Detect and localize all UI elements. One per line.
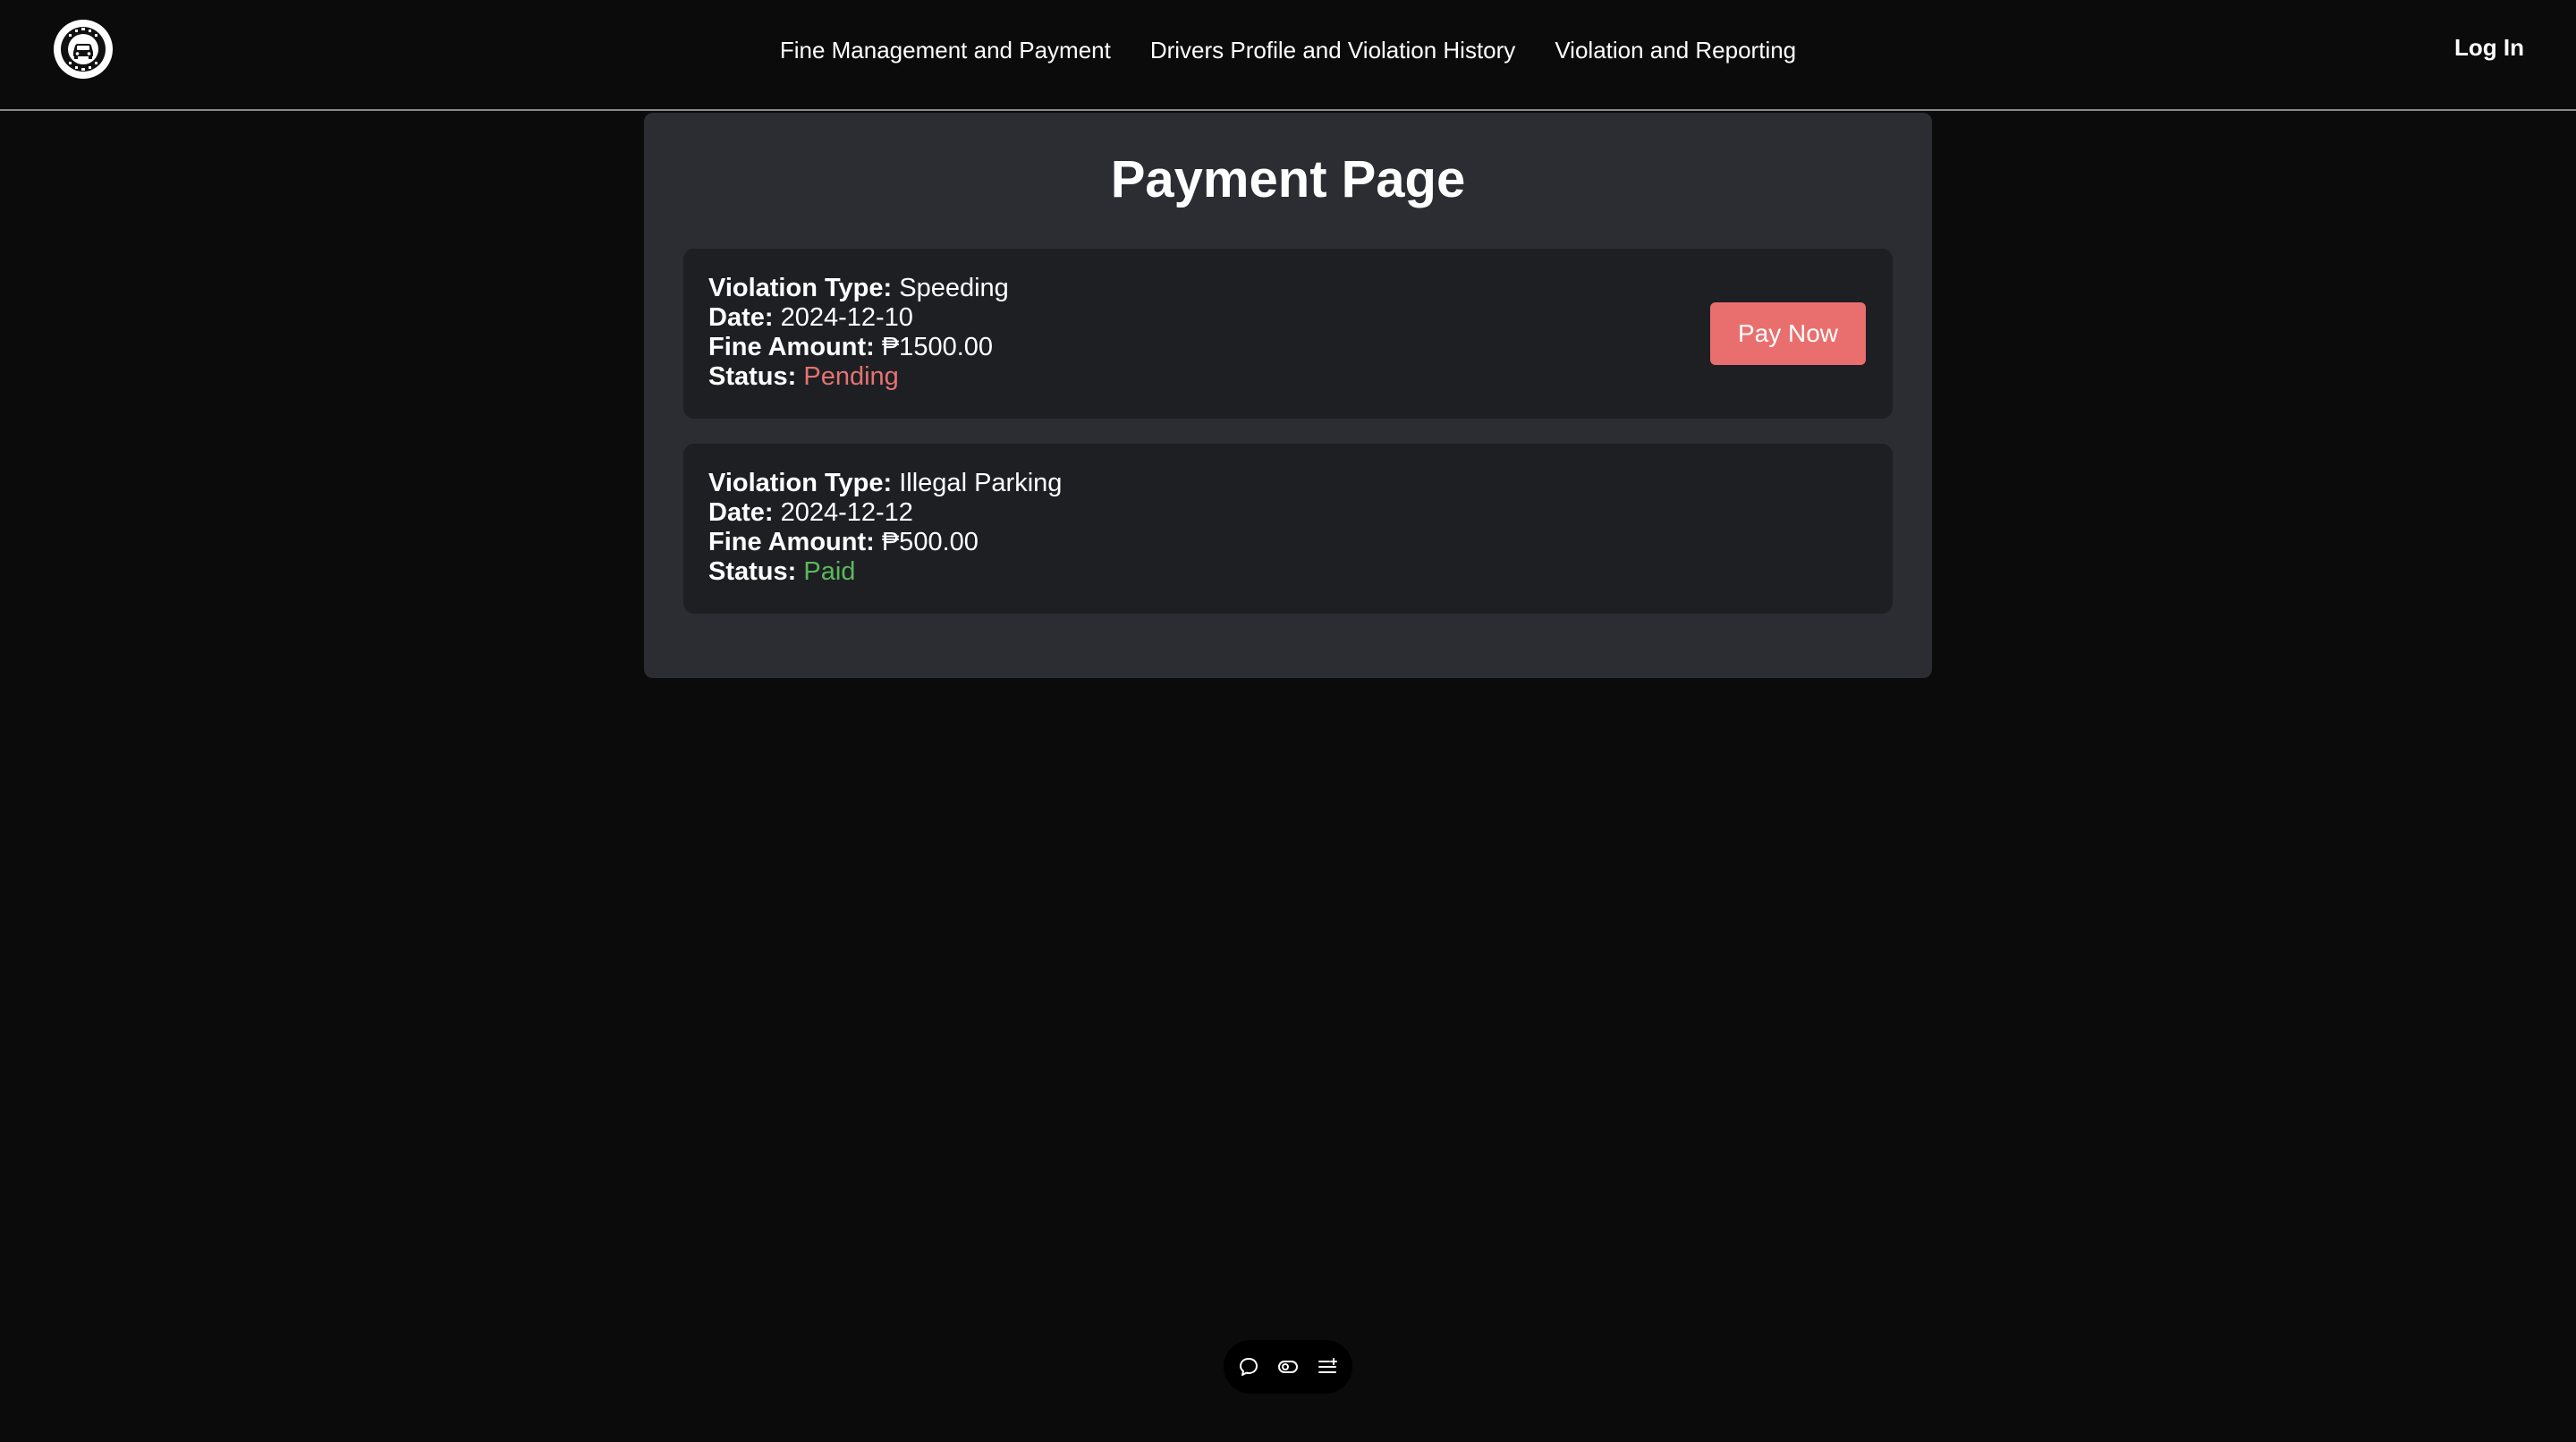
violation-card: Violation Type: Illegal Parking Date: 20… — [683, 444, 1893, 614]
status-badge-paid: Paid — [803, 557, 856, 586]
fine-amount-label: Fine Amount: — [708, 333, 875, 361]
status-label: Status: — [708, 557, 797, 586]
fine-amount-value: ₱500.00 — [881, 528, 979, 556]
list-menu-icon[interactable] — [1317, 1356, 1338, 1378]
pay-now-button[interactable]: Pay Now — [1710, 302, 1866, 365]
violation-type-row: Violation Type: Speeding — [708, 274, 1868, 303]
payment-panel: Payment Page Violation Type: Speeding Da… — [644, 113, 1932, 678]
violation-type-row: Violation Type: Illegal Parking — [708, 469, 1868, 498]
status-label: Status: — [708, 362, 797, 391]
violation-type-value: Speeding — [899, 274, 1009, 302]
fine-amount-label: Fine Amount: — [708, 528, 875, 556]
fine-amount-value: ₱1500.00 — [881, 333, 994, 361]
page-title: Payment Page — [1110, 150, 1466, 208]
date-value: 2024-12-10 — [780, 303, 913, 332]
date-label: Date: — [708, 498, 774, 527]
status-row: Status: Pending — [708, 362, 1868, 392]
nav-fine-management[interactable]: Fine Management and Payment — [780, 37, 1111, 64]
violation-type-label: Violation Type: — [708, 469, 893, 497]
violation-type-label: Violation Type: — [708, 274, 893, 302]
logo-icon[interactable] — [50, 16, 116, 82]
main-nav: Fine Management and Payment Drivers Prof… — [0, 0, 2576, 100]
status-row: Status: Paid — [708, 557, 1868, 587]
nav-violation-reporting[interactable]: Violation and Reporting — [1555, 37, 1796, 64]
status-badge-pending: Pending — [803, 362, 899, 391]
top-navbar: Fine Management and Payment Drivers Prof… — [0, 0, 2576, 111]
date-value: 2024-12-12 — [780, 498, 913, 527]
comment-icon[interactable] — [1238, 1356, 1259, 1378]
date-row: Date: 2024-12-10 — [708, 303, 1868, 333]
toggle-view-icon[interactable] — [1277, 1356, 1299, 1378]
date-label: Date: — [708, 303, 774, 332]
violation-type-value: Illegal Parking — [899, 469, 1063, 497]
fine-amount-row: Fine Amount: ₱1500.00 — [708, 333, 1868, 362]
floating-toolbar — [1224, 1340, 1352, 1394]
violation-card: Violation Type: Speeding Date: 2024-12-1… — [683, 249, 1893, 419]
nav-drivers-profile[interactable]: Drivers Profile and Violation History — [1150, 37, 1515, 64]
login-link[interactable]: Log In — [2454, 34, 2524, 62]
fine-amount-row: Fine Amount: ₱500.00 — [708, 528, 1868, 557]
date-row: Date: 2024-12-12 — [708, 498, 1868, 528]
